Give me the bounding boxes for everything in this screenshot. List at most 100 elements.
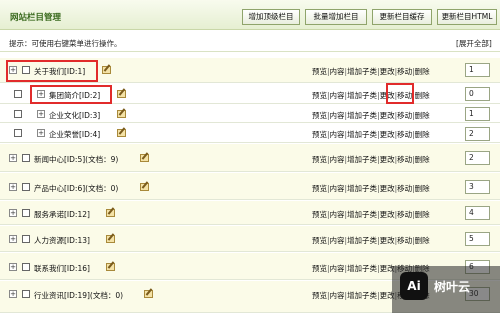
add-subcategory-link[interactable]: 增加子类	[347, 209, 377, 220]
preview-link[interactable]: 预览	[312, 290, 327, 301]
delete-link[interactable]: 删除	[415, 154, 430, 165]
expand-icon[interactable]: +	[9, 183, 17, 191]
update-cache-button[interactable]: 更新栏目缓存	[372, 9, 432, 25]
modify-link[interactable]: 更改	[380, 110, 395, 121]
order-input[interactable]: 3	[465, 180, 490, 194]
add-subcategory-link[interactable]: 增加子类	[347, 110, 377, 121]
modify-link[interactable]: 更改	[380, 235, 395, 246]
content-link[interactable]: 内容	[330, 290, 345, 301]
delete-link[interactable]: 删除	[415, 110, 430, 121]
row-checkbox[interactable]	[22, 209, 30, 217]
add-subcategory-link[interactable]: 增加子类	[347, 90, 377, 101]
content-link[interactable]: 内容	[330, 90, 345, 101]
edit-note-icon[interactable]	[117, 110, 126, 118]
edit-note-icon[interactable]	[144, 290, 153, 298]
preview-link[interactable]: 预览	[312, 90, 327, 101]
preview-link[interactable]: 预览	[312, 66, 327, 77]
edit-note-icon[interactable]	[106, 263, 115, 271]
order-input[interactable]: 4	[465, 206, 490, 220]
category-name[interactable]: 人力资源[ID:13]	[34, 235, 90, 246]
move-link[interactable]: 移动	[397, 235, 412, 246]
row-checkbox[interactable]	[14, 110, 22, 118]
move-link[interactable]: 移动	[397, 129, 412, 140]
move-link[interactable]: 移动	[397, 183, 412, 194]
add-subcategory-link[interactable]: 增加子类	[347, 154, 377, 165]
edit-note-icon[interactable]	[117, 129, 126, 137]
content-link[interactable]: 内容	[330, 110, 345, 121]
update-html-button[interactable]: 更新栏目HTML	[437, 9, 497, 25]
row-checkbox[interactable]	[22, 290, 30, 298]
expand-icon[interactable]: +	[37, 129, 45, 137]
add-subcategory-link[interactable]: 增加子类	[347, 183, 377, 194]
move-link[interactable]: 移动	[397, 110, 412, 121]
delete-link[interactable]: 删除	[415, 209, 430, 220]
edit-note-icon[interactable]	[106, 235, 115, 243]
row-checkbox[interactable]	[22, 183, 30, 191]
order-input[interactable]: 2	[465, 151, 490, 165]
row-checkbox[interactable]	[22, 263, 30, 271]
edit-note-icon[interactable]	[117, 90, 126, 98]
content-link[interactable]: 内容	[330, 183, 345, 194]
category-name[interactable]: 企业荣誉[ID:4]	[49, 129, 100, 140]
move-link[interactable]: 移动	[397, 209, 412, 220]
add-subcategory-link[interactable]: 增加子类	[347, 129, 377, 140]
edit-note-icon[interactable]	[102, 66, 111, 74]
category-name[interactable]: 产品中心[ID:6](文档：0)	[34, 183, 118, 194]
expand-all-link[interactable]: [展开全部]	[456, 38, 492, 49]
edit-note-icon[interactable]	[140, 183, 149, 191]
content-link[interactable]: 内容	[330, 129, 345, 140]
delete-link[interactable]: 删除	[415, 129, 430, 140]
preview-link[interactable]: 预览	[312, 209, 327, 220]
move-link[interactable]: 移动	[397, 154, 412, 165]
expand-icon[interactable]: +	[37, 110, 45, 118]
modify-link[interactable]: 更改	[380, 66, 395, 77]
order-input[interactable]: 2	[465, 127, 490, 141]
delete-link[interactable]: 删除	[415, 66, 430, 77]
add-top-category-button[interactable]: 增加顶级栏目	[242, 9, 300, 25]
content-link[interactable]: 内容	[330, 263, 345, 274]
category-name[interactable]: 行业资讯[ID:19](文档：0)	[34, 290, 123, 301]
expand-icon[interactable]: +	[9, 235, 17, 243]
category-name[interactable]: 企业文化[ID:3]	[49, 110, 100, 121]
content-link[interactable]: 内容	[330, 209, 345, 220]
add-subcategory-link[interactable]: 增加子类	[347, 290, 377, 301]
preview-link[interactable]: 预览	[312, 129, 327, 140]
add-subcategory-link[interactable]: 增加子类	[347, 263, 377, 274]
order-input[interactable]: 1	[465, 107, 490, 121]
modify-link[interactable]: 更改	[380, 154, 395, 165]
category-name[interactable]: 新闻中心[ID:5](文档：9)	[34, 154, 118, 165]
row-checkbox[interactable]	[22, 235, 30, 243]
batch-add-categories-button[interactable]: 批量增加栏目	[305, 9, 367, 25]
edit-note-icon[interactable]	[106, 209, 115, 217]
delete-link[interactable]: 删除	[415, 235, 430, 246]
row-checkbox[interactable]	[14, 90, 22, 98]
modify-link[interactable]: 更改	[380, 183, 395, 194]
content-link[interactable]: 内容	[330, 235, 345, 246]
preview-link[interactable]: 预览	[312, 183, 327, 194]
row-checkbox[interactable]	[14, 129, 22, 137]
delete-link[interactable]: 删除	[415, 90, 430, 101]
preview-link[interactable]: 预览	[312, 110, 327, 121]
order-input[interactable]: 1	[465, 63, 490, 77]
delete-link[interactable]: 删除	[415, 183, 430, 194]
order-input[interactable]: 0	[465, 87, 490, 101]
preview-link[interactable]: 预览	[312, 154, 327, 165]
edit-note-icon[interactable]	[140, 154, 149, 162]
preview-link[interactable]: 预览	[312, 263, 327, 274]
expand-icon[interactable]: +	[9, 154, 17, 162]
expand-icon[interactable]: +	[9, 263, 17, 271]
add-subcategory-link[interactable]: 增加子类	[347, 66, 377, 77]
move-link[interactable]: 移动	[397, 66, 412, 77]
content-link[interactable]: 内容	[330, 154, 345, 165]
modify-link[interactable]: 更改	[380, 209, 395, 220]
expand-icon[interactable]: +	[9, 209, 17, 217]
expand-icon[interactable]: +	[9, 290, 17, 298]
row-checkbox[interactable]	[22, 154, 30, 162]
content-link[interactable]: 内容	[330, 66, 345, 77]
add-subcategory-link[interactable]: 增加子类	[347, 235, 377, 246]
category-name[interactable]: 联系我们[ID:16]	[34, 263, 90, 274]
preview-link[interactable]: 预览	[312, 235, 327, 246]
order-input[interactable]: 5	[465, 232, 490, 246]
modify-link[interactable]: 更改	[380, 129, 395, 140]
category-name[interactable]: 服务承诺[ID:12]	[34, 209, 90, 220]
